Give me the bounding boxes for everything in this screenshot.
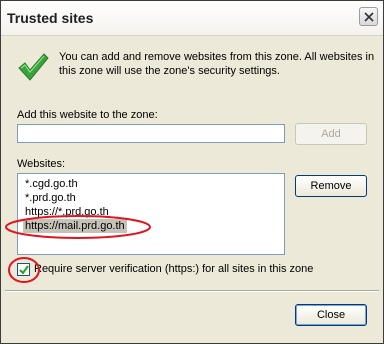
zone-description: You can add and remove websites from thi… (59, 51, 375, 77)
title-bar: Trusted sites (1, 1, 383, 36)
require-verification-label[interactable]: Require server verification (https:) for… (34, 263, 313, 275)
websites-label: Websites: (17, 158, 66, 170)
separator (5, 290, 379, 292)
list-item[interactable]: *.prd.go.th (23, 191, 78, 205)
list-item[interactable]: *.cgd.go.th (23, 177, 80, 191)
close-button[interactable]: Close (295, 304, 367, 326)
dialog-title: Trusted sites (7, 10, 94, 26)
add-site-label: Add this website to the zone: (17, 109, 158, 121)
require-verification-checkbox[interactable] (17, 263, 30, 276)
list-item[interactable]: https://*.prd.go.th (23, 205, 111, 219)
add-site-input[interactable] (17, 124, 285, 143)
checkbox-check-icon (19, 265, 29, 275)
checkmark-icon (18, 53, 49, 81)
trusted-sites-dialog: Trusted sites You can add and remove web… (0, 0, 384, 344)
websites-list[interactable]: *.cgd.go.th *.prd.go.th https://*.prd.go… (17, 173, 285, 255)
remove-button[interactable]: Remove (295, 175, 367, 197)
dialog-body: You can add and remove websites from thi… (1, 36, 383, 343)
list-item-selected[interactable]: https://mail.prd.go.th (23, 219, 127, 233)
add-button[interactable]: Add (295, 123, 367, 145)
close-icon[interactable] (359, 7, 378, 26)
